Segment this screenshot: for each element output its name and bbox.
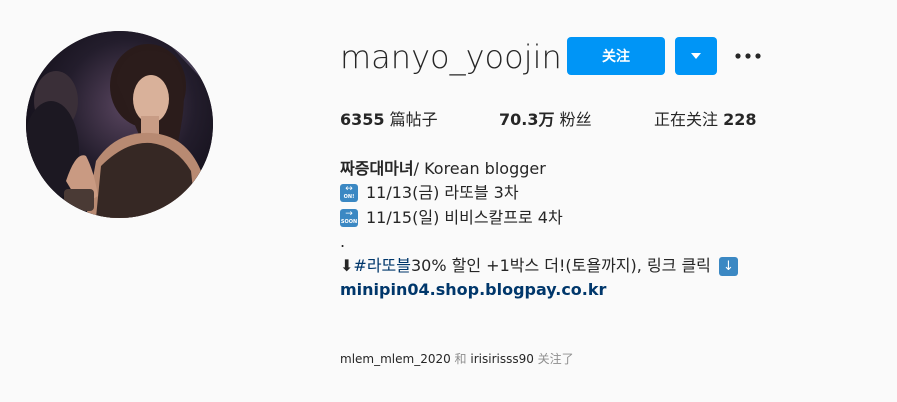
posts-label: 篇帖子: [384, 110, 438, 129]
bio-line-1-text: 11/13(금) 라또블 3차: [366, 183, 519, 203]
bio-line-2: → SOON 11/15(일) 비비스칼프로 4차: [340, 206, 738, 230]
suggested-accounts-dropdown-button[interactable]: [675, 37, 717, 75]
bio-line-4: ⬇ #라또블 30% 할인 +1박스 더!(토욜까지), 링크 클릭 ↓: [340, 254, 738, 278]
down-arrow-icon: ⬇: [340, 256, 354, 276]
bio-category: / Korean blogger: [413, 159, 546, 178]
bio-name-line: 짜증대마녀 / Korean blogger: [340, 157, 738, 181]
bio-line-4-text: 30% 할인 +1박스 더!(토욜까지), 링크 클릭: [410, 256, 711, 276]
followers-label: 粉丝: [554, 110, 592, 129]
posts-stat: 6355 篇帖子: [340, 106, 499, 130]
bio-line-3: .: [340, 230, 738, 254]
followers-stat[interactable]: 70.3万 粉丝: [499, 106, 654, 130]
posts-count: 6355: [340, 110, 385, 129]
profile-username: manyo_yoojin: [340, 38, 562, 76]
bio-line-2-text: 11/15(일) 비비스칼프로 4차: [366, 207, 563, 227]
down-button-icon: ↓: [718, 256, 738, 276]
more-options-button[interactable]: [733, 44, 763, 68]
profile-bio: 짜증대마녀 / Korean blogger ↔ ON! 11/13(금) 라또블…: [340, 157, 738, 303]
bio-dot: .: [340, 231, 346, 251]
more-options-icon: [735, 53, 761, 59]
caret-down-icon: [691, 52, 701, 59]
avatar[interactable]: [26, 31, 213, 218]
followers-count: 70.3万: [499, 110, 555, 129]
hashtag-link[interactable]: #라또블: [353, 254, 411, 278]
bio-external-link[interactable]: minipin04.shop.blogpay.co.kr: [340, 278, 606, 302]
soon-arrow-icon: → SOON: [340, 208, 358, 227]
bio-link-line: minipin04.shop.blogpay.co.kr: [340, 278, 738, 302]
followed-by-and: 和: [450, 352, 471, 366]
on-arrow-icon: ↔ ON!: [340, 184, 358, 203]
following-label: 正在关注: [654, 110, 724, 129]
followed-by-user-1[interactable]: mlem_mlem_2020: [340, 352, 451, 366]
follow-button[interactable]: 关注: [567, 37, 665, 75]
profile-photo-image: [26, 31, 213, 218]
following-count: 228: [723, 110, 757, 129]
bio-line-1: ↔ ON! 11/13(금) 라또블 3차: [340, 181, 738, 205]
followed-by-suffix: 关注了: [533, 352, 574, 366]
profile-stats: 6355 篇帖子 70.3万 粉丝 正在关注 228: [340, 106, 757, 130]
following-stat[interactable]: 正在关注 228: [654, 106, 757, 130]
bio-full-name: 짜증대마녀: [340, 159, 414, 178]
followed-by-user-2[interactable]: irisirisss90: [470, 352, 533, 366]
followed-by[interactable]: mlem_mlem_2020 和 irisirisss90 关注了: [340, 350, 574, 367]
